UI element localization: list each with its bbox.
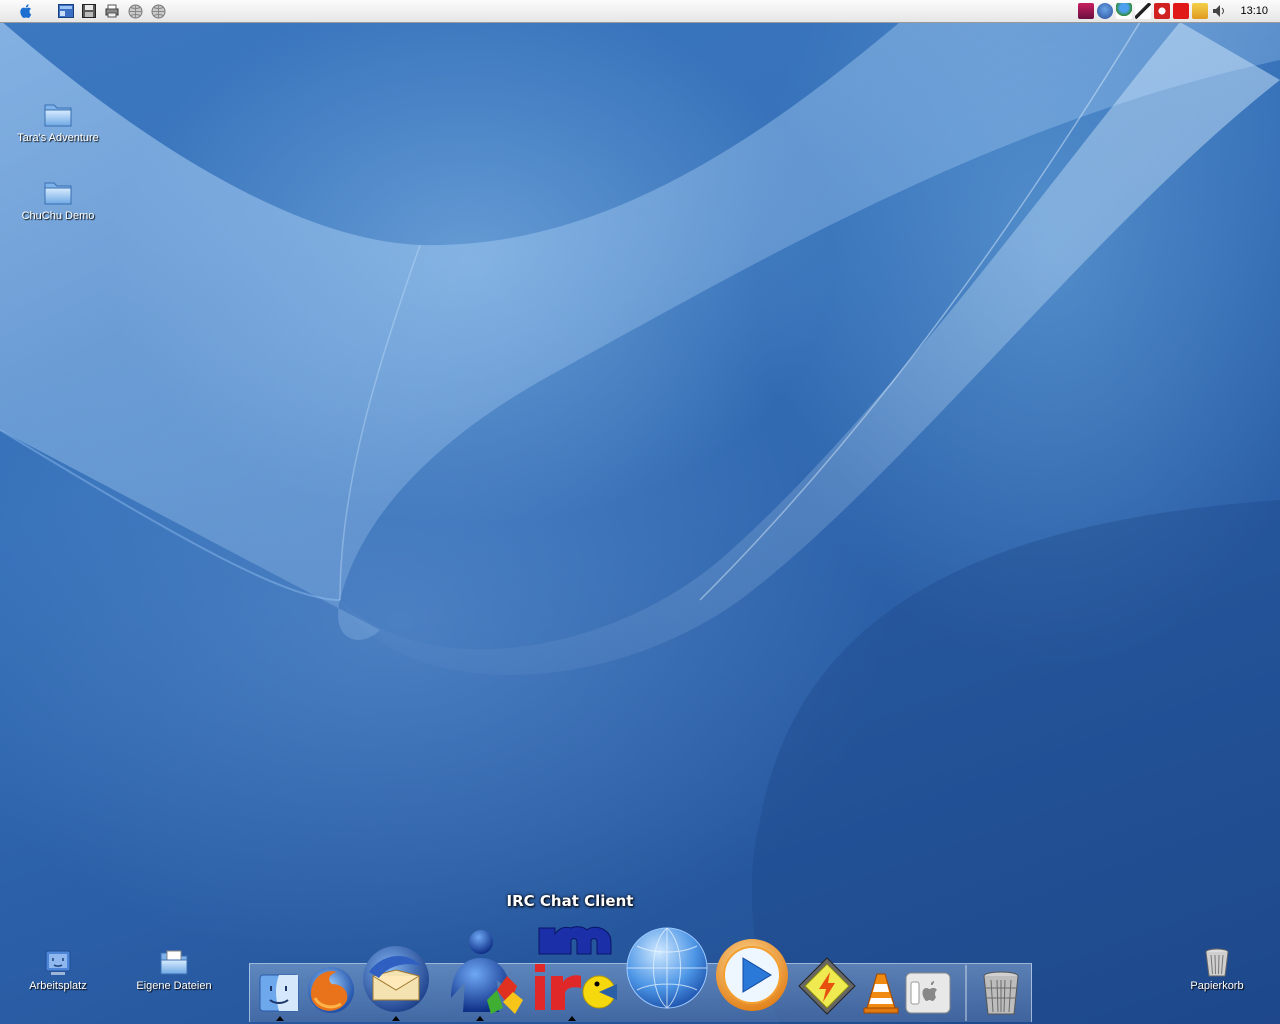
apple-icon[interactable] <box>18 3 34 19</box>
desktop-wallpaper <box>0 20 1280 1024</box>
winamp-lightning-icon <box>798 957 856 1015</box>
dock-winamp[interactable] <box>796 954 858 1016</box>
media-player-icon <box>716 939 788 1011</box>
firefox-icon <box>308 967 354 1013</box>
documents-folder-icon <box>160 950 188 975</box>
dock-network-globe[interactable] <box>622 922 712 1012</box>
network-globe-icon <box>626 927 708 1009</box>
vlc-cone-icon <box>863 973 899 1014</box>
desktop-icon-arbeitsplatz[interactable]: Arbeitsplatz <box>3 948 113 992</box>
desktop-icon-label: Eigene Dateien <box>136 980 212 992</box>
dock-media-player[interactable] <box>712 936 792 1014</box>
dock-vlc[interactable] <box>862 968 900 1014</box>
desktop-icon-eigene-dateien[interactable]: Eigene Dateien <box>119 946 229 992</box>
finder-running-indicator <box>276 1016 284 1021</box>
mirc-icon <box>535 926 617 1010</box>
desktop-icon-papierkorb[interactable]: Papierkorb <box>1162 946 1272 992</box>
apple-switch-icon <box>905 972 951 1014</box>
acrobat-tray-icon[interactable] <box>1173 3 1190 19</box>
folder-icon <box>44 182 72 205</box>
gray-globe-2-icon[interactable] <box>150 3 166 19</box>
desktop-icon-label: Arbeitsplatz <box>29 980 87 992</box>
save-disk-icon[interactable] <box>81 3 97 19</box>
printer-icon[interactable] <box>104 3 120 19</box>
volume-icon[interactable] <box>1211 3 1227 19</box>
antivirus-icon[interactable] <box>1078 3 1095 19</box>
desktop-icon-label: ChuChu Demo <box>21 210 95 222</box>
gray-globe-icon[interactable] <box>127 3 143 19</box>
msn-messenger-icon <box>451 930 523 1014</box>
dock-mirc[interactable] <box>528 922 620 1014</box>
dock-trash[interactable] <box>978 968 1024 1016</box>
thunderbird-tray-icon[interactable] <box>1097 3 1114 19</box>
mirc-running-indicator <box>568 1016 576 1021</box>
thunderbird-icon <box>363 946 429 1012</box>
finder-icon <box>259 974 299 1012</box>
thunderbird-running-indicator <box>392 1016 400 1021</box>
computer-icon <box>45 950 71 975</box>
show-desktop-icon[interactable] <box>58 3 74 19</box>
menu-bar: 13:10 <box>0 0 1280 23</box>
msn-running-indicator <box>476 1016 484 1021</box>
desktop-icon-label: Papierkorb <box>1190 980 1244 992</box>
trash-can-icon <box>983 971 1019 1015</box>
dock-separator <box>965 965 967 1021</box>
desktop-icon-chuchu-demo[interactable]: ChuChu Demo <box>3 176 113 222</box>
dock-thunderbird[interactable] <box>358 940 434 1016</box>
dock-firefox[interactable] <box>304 962 358 1016</box>
dock-finder[interactable] <box>256 968 302 1014</box>
dock-msn-messenger[interactable] <box>440 926 526 1016</box>
desktop-icon-taras-adventure[interactable]: Tara's Adventure <box>3 98 113 144</box>
messenger-tray-icon[interactable] <box>1116 3 1133 19</box>
shield-tray-icon[interactable] <box>1154 3 1171 19</box>
system-tray: 13:10 <box>1078 0 1280 22</box>
folder-icon <box>44 104 72 127</box>
mail-tray-icon[interactable] <box>1192 3 1209 19</box>
dock-tooltip: IRC Chat Client <box>506 892 634 910</box>
dock-apple-switch[interactable] <box>904 970 952 1014</box>
phone-tray-icon[interactable] <box>1135 3 1152 19</box>
clock[interactable]: 13:10 <box>1240 5 1268 17</box>
desktop-icon-label: Tara's Adventure <box>17 132 99 144</box>
trash-icon <box>1205 948 1229 977</box>
